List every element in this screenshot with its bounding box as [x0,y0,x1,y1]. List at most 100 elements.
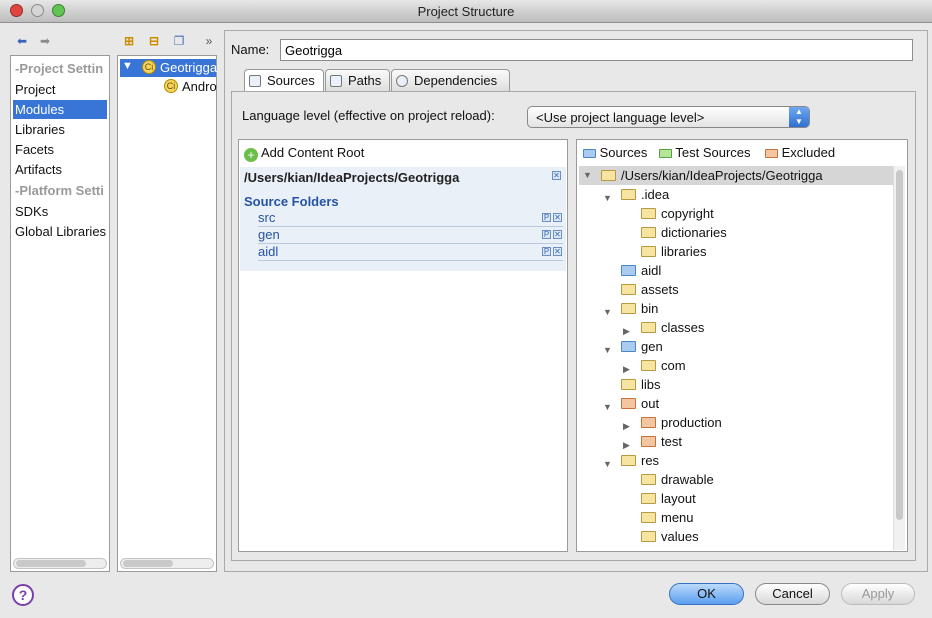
tree-vertical-scrollbar[interactable] [893,166,905,550]
expanded-triangle-icon[interactable]: ▼ [122,60,133,72]
folder-icon [641,246,656,257]
tree-row[interactable]: libs [579,375,889,394]
nav-item-libraries[interactable]: Libraries [13,120,107,139]
add-module-icon[interactable]: ⊞ [122,34,136,48]
content-root-entry: /Users/kian/IdeaProjects/Geotrigga ✕ Sou… [240,167,566,271]
window-title: Project Structure [417,4,515,19]
source-folder-icon [583,149,596,159]
nav-item-artifacts[interactable]: Artifacts [13,160,107,179]
nav-item-project[interactable]: Project [13,80,107,99]
folder-icon [621,189,636,200]
tree-row-label: layout [661,491,696,506]
language-level-select[interactable]: <Use project language level> ▲ ▼ [527,106,810,128]
folder-icon [641,227,656,238]
expanded-triangle-icon[interactable]: ▼ [583,170,592,180]
forward-icon[interactable]: ➡ [38,34,52,48]
tree-row-label: aidl [641,263,662,278]
tree-row[interactable]: ▼ bin [579,299,889,318]
folder-icon [641,208,656,219]
paths-tab-icon [330,75,342,87]
folder-icon [621,303,636,314]
nav-item-modules[interactable]: Modules [13,100,107,119]
tree-row[interactable]: copyright [579,204,889,223]
folder-icon [641,493,656,504]
name-label: Name: [231,42,270,57]
tab-dependencies[interactable]: Dependencies [391,69,510,91]
tree-row-label: .idea [641,187,670,202]
nav-item-global-libraries[interactable]: Global Libraries [13,222,107,241]
modules-list: ▼ Ci Geotrigga Ci Andro [117,55,217,572]
mark-as-test-sources-button[interactable]: Test Sources [659,145,751,160]
source-folders-label: Source Folders [244,194,339,209]
tree-row-label: copyright [661,206,714,221]
nav-item-facets[interactable]: Facets [13,140,107,159]
scroll-thumb[interactable] [896,170,903,520]
dependencies-tab-icon [396,75,408,87]
tree-row[interactable]: dictionaries [579,223,889,242]
tree-row[interactable]: ▶ com [579,356,889,375]
tree-row[interactable]: ▼ gen [579,337,889,356]
tab-sources[interactable]: Sources [244,69,324,91]
tree-row[interactable]: ▶ production [579,413,889,432]
tab-paths[interactable]: Paths [325,69,390,91]
tree-row[interactable]: ▼ res [579,451,889,470]
tree-root-row[interactable]: ▼ /Users/kian/IdeaProjects/Geotrigga [579,166,893,185]
remove-folder-icon[interactable]: ✕ [553,213,562,222]
tree-row-label: drawable [661,472,714,487]
nav-horizontal-scrollbar[interactable] [13,558,107,569]
tree-row-label: bin [641,301,659,316]
tree-row[interactable]: ▶ classes [579,318,889,337]
sources-tab-icon [249,75,261,87]
add-content-root-button[interactable]: + Add Content Root [244,145,364,162]
module-android-row[interactable]: Ci Andro [120,78,217,96]
tree-root-label: /Users/kian/IdeaProjects/Geotrigga [621,168,823,183]
tree-row-label: menu [661,510,694,525]
ok-button[interactable]: OK [669,583,744,605]
folder-tree-panel: Sources Test Sources Excluded ▼ /Users/k… [576,139,908,552]
remove-module-icon[interactable]: ⊟ [147,34,161,48]
more-actions-icon[interactable]: » [202,34,216,48]
facet-name: Andro [182,79,217,94]
edit-prefix-icon[interactable]: P [542,247,551,256]
tree-row-label: assets [641,282,679,297]
module-geotrigga-row[interactable]: ▼ Ci Geotrigga [120,59,217,77]
edit-prefix-icon[interactable]: P [542,230,551,239]
nav-item-sdks[interactable]: SDKs [13,202,107,221]
tree-row[interactable]: layout [579,489,889,508]
tree-row-label: com [661,358,686,373]
apply-button[interactable]: Apply [841,583,915,605]
source-folder-gen: gen [258,228,563,244]
platform-settings-header: -Platform Setti [15,183,104,198]
tree-row-label: libraries [661,244,707,259]
remove-folder-icon[interactable]: ✕ [553,247,562,256]
tree-row[interactable]: menu [579,508,889,527]
content-root-path: /Users/kian/IdeaProjects/Geotrigga [244,170,460,185]
remove-content-root-icon[interactable]: ✕ [552,171,561,180]
tree-row[interactable]: drawable [579,470,889,489]
modules-horizontal-scrollbar[interactable] [120,558,214,569]
language-level-value: <Use project language level> [536,110,705,125]
tree-row[interactable]: assets [579,280,889,299]
tree-row[interactable]: libraries [579,242,889,261]
title-bar: Project Structure [0,0,932,23]
tree-row[interactable]: values [579,527,889,546]
module-icon: Ci [142,60,156,74]
tree-row[interactable]: aidl [579,261,889,280]
cancel-button[interactable]: Cancel [755,583,830,605]
copy-module-icon[interactable]: ❐ [172,34,186,48]
tree-row[interactable]: ▶ test [579,432,889,451]
tree-row[interactable]: ▼ .idea [579,185,889,204]
mark-as-excluded-button[interactable]: Excluded [765,145,835,160]
remove-folder-icon[interactable]: ✕ [553,230,562,239]
tree-row-label: values [661,529,699,544]
mark-as-sources-button[interactable]: Sources [583,145,647,160]
folder-icon [641,512,656,523]
module-name-field[interactable] [280,39,913,61]
edit-prefix-icon[interactable]: P [542,213,551,222]
tree-row-label: dictionaries [661,225,727,240]
back-icon[interactable]: ⬅ [15,34,29,48]
help-button[interactable]: ? [12,584,34,606]
folder-icon [641,322,656,333]
tree-row[interactable]: ▼ out [579,394,889,413]
folder-icon [641,474,656,485]
